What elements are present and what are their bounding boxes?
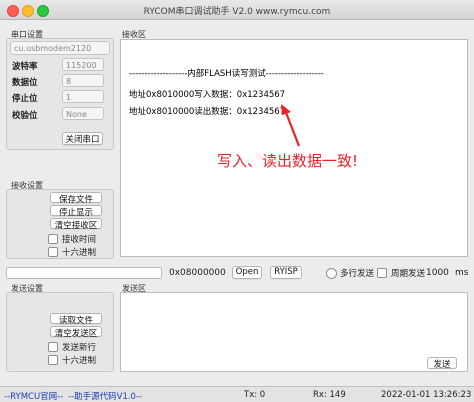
website-link[interactable]: --RYMCU官网-- <box>4 390 63 402</box>
send-button[interactable]: 发送 <box>427 357 457 370</box>
save-file-button[interactable]: 保存文件 <box>50 192 102 205</box>
send-hex-checkbox[interactable]: 十六进制 <box>48 354 96 366</box>
receive-hex-label: 十六进制 <box>62 248 97 258</box>
close-port-button[interactable]: 关闭串口 <box>62 132 103 145</box>
source-code-link[interactable]: --助手源代码V1.0-- <box>68 390 142 402</box>
cycle-send-checkbox[interactable]: 周期发送 <box>377 267 425 279</box>
cycle-send-label: 周期发送 <box>391 269 426 279</box>
window-title: RYCOM串口调试助手 V2.0 www.rymcu.com <box>143 7 331 17</box>
parity-select[interactable]: None <box>62 107 104 120</box>
receive-hex-checkbox[interactable]: 十六进制 <box>48 246 96 258</box>
checkbox-icon <box>377 268 387 278</box>
parity-label: 校验位 <box>12 111 38 121</box>
checkbox-icon <box>48 234 58 244</box>
command-input[interactable] <box>6 267 162 279</box>
receive-time-checkbox[interactable]: 接收时间 <box>48 233 96 245</box>
red-arrow-icon <box>281 104 301 147</box>
annotation-text: 写入、读出数据一致! <box>217 152 359 170</box>
ryisp-button[interactable]: RYISP <box>270 266 302 279</box>
rx-count: Rx: 149 <box>313 390 346 400</box>
stop-display-button[interactable]: 停止显示 <box>50 205 102 218</box>
port-select[interactable]: cu.usbmodem2120 <box>10 41 110 55</box>
databits-select[interactable]: 8 <box>62 74 104 87</box>
stopbits-select[interactable]: 1 <box>62 90 104 103</box>
checkbox-icon <box>48 355 58 365</box>
receive-time-label: 接收时间 <box>62 235 97 245</box>
status-time: 2022-01-01 13:26:23 <box>381 390 472 400</box>
status-bar: --RYMCU官网-- --助手源代码V1.0-- Tx: 0 Rx: 149 … <box>0 386 474 402</box>
clear-receive-button[interactable]: 清空接收区 <box>50 218 102 231</box>
receive-textarea[interactable]: -------------------内部FLASH读写测试----------… <box>120 39 468 257</box>
send-newline-checkbox[interactable]: 发送新行 <box>48 341 96 353</box>
stopbits-label: 停止位 <box>12 94 38 104</box>
receive-line: -------------------内部FLASH读写测试----------… <box>129 69 324 79</box>
multi-send-label: 多行发送 <box>340 269 375 279</box>
checkbox-icon <box>48 342 58 352</box>
clear-send-button[interactable]: 清空发送区 <box>50 326 102 339</box>
open-button[interactable]: Open <box>232 266 262 279</box>
read-file-button[interactable]: 读取文件 <box>50 313 102 326</box>
tx-count: Tx: 0 <box>244 390 266 400</box>
address-field[interactable]: 0x08000000 <box>169 268 226 278</box>
period-unit: ms <box>455 268 469 278</box>
baud-select[interactable]: 115200 <box>62 58 104 71</box>
send-hex-label: 十六进制 <box>62 356 97 366</box>
period-input[interactable]: 1000 <box>426 268 449 278</box>
databits-label: 数据位 <box>12 78 38 88</box>
multi-send-radio[interactable]: 多行发送 <box>326 267 374 279</box>
receive-line: 地址0x8010000写入数据：0x1234567 <box>129 90 286 100</box>
send-newline-label: 发送新行 <box>62 343 97 353</box>
radio-icon <box>326 267 337 279</box>
receive-line: 地址0x8010000读出数据：0x1234567 <box>129 107 286 117</box>
title-bar: RYCOM串口调试助手 V2.0 www.rymcu.com <box>0 0 474 20</box>
send-textarea[interactable] <box>120 292 468 372</box>
checkbox-icon <box>48 247 58 257</box>
baud-label: 波特率 <box>12 62 38 72</box>
